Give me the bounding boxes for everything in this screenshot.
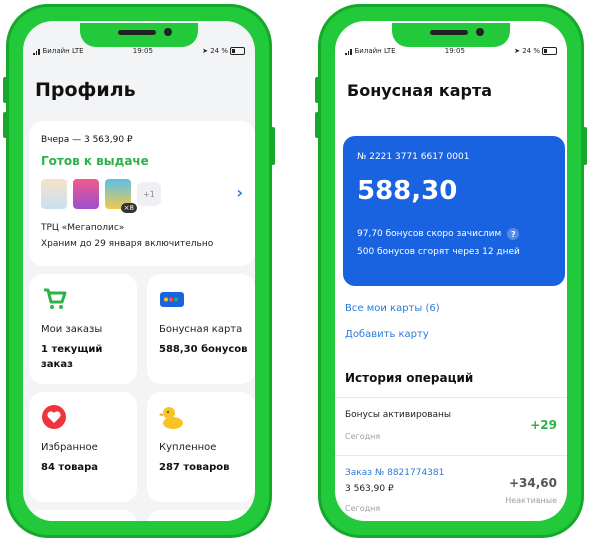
signal-icon xyxy=(33,48,40,55)
phone-frame-left: Билайн LTE 19:05 ➤ 24 % Профиль Вчера — … xyxy=(3,4,275,538)
tile-label: Мои заказы xyxy=(41,324,103,335)
carrier-label: Билайн LTE xyxy=(354,47,396,55)
tile-value: 588,30 бонусов xyxy=(159,344,248,355)
pending-bonuses: 97,70 бонусов скоро зачислим ? xyxy=(357,228,520,240)
tile-label: Купленное xyxy=(159,442,217,453)
op-amount: +34,60 xyxy=(508,476,557,490)
tile-label: Избранное xyxy=(41,442,98,453)
power-button xyxy=(583,127,587,165)
tile-favorites[interactable]: Избранное 84 товара xyxy=(29,392,137,502)
op-name: Бонусы активированы xyxy=(345,410,452,420)
help-icon[interactable]: ? xyxy=(507,228,520,240)
op-date: Сегодня xyxy=(345,504,381,513)
card-number: № 2221 3771 6617 0001 xyxy=(357,152,470,162)
tile-value: 84 товара xyxy=(41,462,99,473)
op-amount: +29 xyxy=(530,418,557,432)
robot-toy-icon xyxy=(41,518,67,521)
clock: 19:05 xyxy=(444,47,465,55)
more-items-count: +1 xyxy=(137,182,161,206)
location-arrow-icon: ➤ xyxy=(514,47,520,55)
power-button xyxy=(271,127,275,165)
history-title: История операций xyxy=(345,371,474,385)
volume-button xyxy=(315,77,319,103)
storage-deadline: Храним до 29 января включительно xyxy=(41,239,214,249)
bonus-card-screen: Билайн LTE 19:05 ➤ 24 % Бонусная карта №… xyxy=(335,21,567,521)
pending-bonuses-text: 97,70 бонусов скоро зачислим xyxy=(357,229,502,239)
tile-my-orders[interactable]: Мои заказы 1 текущий заказ xyxy=(29,274,137,384)
all-cards-link[interactable]: Все мои карты (6) xyxy=(345,303,440,314)
history-row[interactable]: Бонусы активированы Сегодня +29 xyxy=(335,397,567,456)
quantity-badge: ×8 xyxy=(120,203,137,213)
page-title: Бонусная карта xyxy=(347,81,493,100)
op-state: Неактивные xyxy=(505,496,557,505)
battery-icon xyxy=(541,47,557,55)
bonus-card[interactable]: № 2221 3771 6617 0001 588,30 97,70 бонус… xyxy=(343,136,565,286)
pickup-location: ТРЦ «Мегаполис» xyxy=(41,223,125,233)
tile-value: 287 товаров xyxy=(159,462,230,473)
phone-frame-right: Билайн LTE 19:05 ➤ 24 % Бонусная карта №… xyxy=(315,4,587,538)
volume-button xyxy=(3,77,7,103)
location-arrow-icon: ➤ xyxy=(202,47,208,55)
baby-icon xyxy=(159,518,185,521)
order-date: Вчера — 3 563,90 ₽ xyxy=(41,135,133,145)
expiring-bonuses: 500 бонусов сгорят через 12 дней xyxy=(357,247,520,257)
order-items: ×8 +1 xyxy=(41,179,161,213)
order-status: Готов к выдаче xyxy=(41,154,149,168)
product-thumbnail xyxy=(41,179,67,209)
tile-purchased[interactable]: Купленное 287 товаров xyxy=(147,392,255,502)
tile-label: Бонусная карта xyxy=(159,324,243,335)
op-sum: 3 563,90 ₽ xyxy=(345,484,394,494)
notch xyxy=(80,23,198,47)
notch xyxy=(392,23,510,47)
tile-partial[interactable] xyxy=(29,510,137,521)
profile-screen: Билайн LTE 19:05 ➤ 24 % Профиль Вчера — … xyxy=(23,21,255,521)
tile-bonus-card[interactable]: Бонусная карта 588,30 бонусов xyxy=(147,274,255,384)
product-thumbnail: ×8 xyxy=(105,179,137,213)
op-name[interactable]: Заказ № 8821774381 xyxy=(345,468,444,478)
product-thumbnail xyxy=(73,179,99,209)
volume-button xyxy=(3,112,7,138)
volume-button xyxy=(315,112,319,138)
op-date: Сегодня xyxy=(345,432,381,441)
clock: 19:05 xyxy=(132,47,153,55)
signal-icon xyxy=(345,48,352,55)
tile-value: 1 текущий заказ xyxy=(41,344,103,370)
tile-partial[interactable] xyxy=(147,510,255,521)
history-row[interactable]: Заказ № 8821774381 3 563,90 ₽ Сегодня +3… xyxy=(335,455,567,521)
battery-icon xyxy=(229,47,245,55)
battery-percent: 24 % xyxy=(210,47,228,55)
add-card-link[interactable]: Добавить карту xyxy=(345,329,429,340)
bonus-amount: 588,30 xyxy=(357,176,458,206)
order-card[interactable]: Вчера — 3 563,90 ₽ Готов к выдаче ×8 +1 … xyxy=(29,121,255,266)
heart-icon xyxy=(42,405,66,429)
carrier-label: Билайн LTE xyxy=(42,47,84,55)
page-title: Профиль xyxy=(35,79,136,101)
chevron-right-icon[interactable]: › xyxy=(236,183,243,202)
bonus-card-icon xyxy=(160,292,184,307)
cart-icon xyxy=(44,288,67,309)
battery-percent: 24 % xyxy=(522,47,540,55)
duck-toy-icon xyxy=(159,407,183,429)
